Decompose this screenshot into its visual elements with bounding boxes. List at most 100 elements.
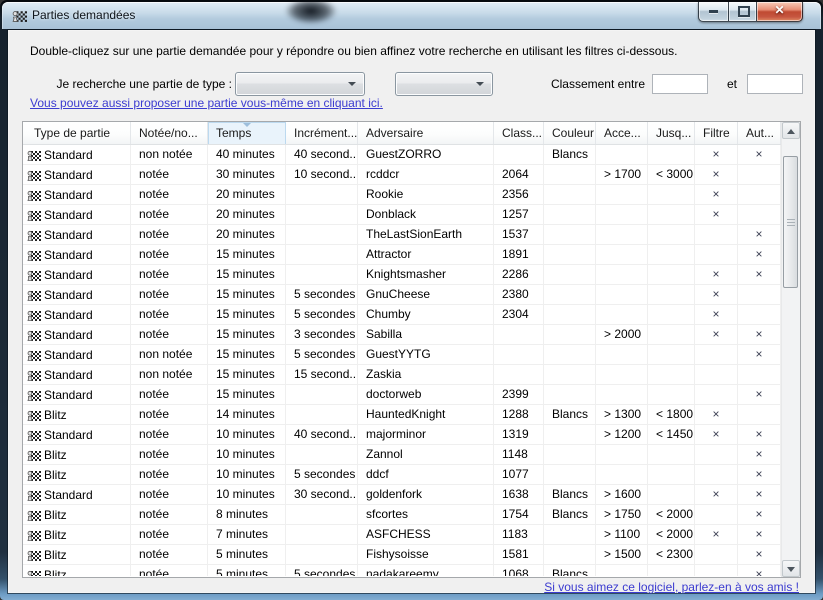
table-row[interactable]: Standardnotée15 minutes3 secondesSabilla… xyxy=(23,325,781,345)
games-table-body: Standardnon notée40 minutes40 second...G… xyxy=(23,145,781,576)
game-type-value xyxy=(236,73,364,76)
game-variant-value xyxy=(396,73,492,76)
table-cell: notée xyxy=(131,565,208,576)
table-cell xyxy=(695,245,738,264)
table-cell: 15 minutes xyxy=(208,265,286,284)
table-cell xyxy=(544,205,596,224)
table-cell: 1754 xyxy=(494,505,544,524)
table-cell: notée xyxy=(131,325,208,344)
table-cell: Zannol xyxy=(358,445,494,464)
table-cell: 20 minutes xyxy=(208,205,286,224)
table-cell: notée xyxy=(131,165,208,184)
table-row[interactable]: Standardnotée15 minutes5 secondesGnuChee… xyxy=(23,285,781,305)
and-label: et xyxy=(727,77,737,91)
game-type-dropdown[interactable] xyxy=(235,72,365,96)
scrollbar-track[interactable] xyxy=(782,139,800,560)
column-header-5[interactable]: Class... xyxy=(494,122,544,144)
game-type-cell: Blitz xyxy=(23,505,131,524)
table-row[interactable]: Blitznotée7 minutesASFCHESS1183> 1100< 2… xyxy=(23,525,781,545)
maximize-button[interactable] xyxy=(728,2,757,22)
table-cell: × xyxy=(695,285,738,304)
share-link[interactable]: Si vous aimez ce logiciel, parlez-en à v… xyxy=(544,580,799,594)
title-bar[interactable]: Parties demandées ✕ xyxy=(2,2,821,29)
table-cell: GuestYYTG xyxy=(358,345,494,364)
table-row[interactable]: Blitznotée10 minutesZannol1148× xyxy=(23,445,781,465)
table-cell: ddcf xyxy=(358,465,494,484)
table-row[interactable]: Blitznotée5 minutes5 secondesnadakareemy… xyxy=(23,565,781,576)
chess-piece-icon xyxy=(26,487,41,502)
rating-min-input[interactable] xyxy=(652,74,708,94)
cell-text: Blitz xyxy=(44,406,67,424)
column-header-8[interactable]: Jusq... xyxy=(648,122,695,144)
game-type-cell: Blitz xyxy=(23,525,131,544)
table-cell: × xyxy=(738,345,781,364)
table-row[interactable]: Standardnon notée40 minutes40 second...G… xyxy=(23,145,781,165)
table-row[interactable]: Standardnon notée15 minutes5 secondesGue… xyxy=(23,345,781,365)
table-row[interactable]: Standardnon notée15 minutes15 second...Z… xyxy=(23,365,781,385)
table-cell: 15 minutes xyxy=(208,345,286,364)
column-header-10[interactable]: Aut... xyxy=(738,122,781,144)
table-row[interactable]: Blitznotée14 minutesHauntedKnight1288Bla… xyxy=(23,405,781,425)
table-row[interactable]: Standardnotée15 minutesdoctorweb2399× xyxy=(23,385,781,405)
table-cell xyxy=(648,565,695,576)
column-header-7[interactable]: Acce... xyxy=(596,122,648,144)
table-row[interactable]: Blitznotée5 minutesFishysoisse1581> 1500… xyxy=(23,545,781,565)
table-row[interactable]: Standardnotée15 minutes5 secondesChumby2… xyxy=(23,305,781,325)
table-cell: 15 minutes xyxy=(208,305,286,324)
chess-piece-icon xyxy=(26,467,41,482)
scroll-down-button[interactable] xyxy=(782,560,800,577)
scroll-up-button[interactable] xyxy=(782,122,800,139)
table-cell: > 1600 xyxy=(596,485,648,504)
close-button[interactable]: ✕ xyxy=(757,2,803,22)
chess-piece-icon xyxy=(26,267,41,282)
game-type-cell: Standard xyxy=(23,425,131,444)
vertical-scrollbar[interactable] xyxy=(781,122,800,577)
table-cell: × xyxy=(738,525,781,544)
table-cell xyxy=(596,365,648,384)
rating-max-input[interactable] xyxy=(747,74,803,94)
table-cell xyxy=(544,225,596,244)
game-type-cell: Standard xyxy=(23,365,131,384)
chess-piece-icon xyxy=(26,407,41,422)
column-header-6[interactable]: Couleur xyxy=(544,122,596,144)
table-row[interactable]: Blitznotée10 minutes5 secondesddcf1077× xyxy=(23,465,781,485)
table-cell: Blancs xyxy=(544,145,596,164)
column-header-3[interactable]: Incrément... xyxy=(286,122,358,144)
chess-piece-icon xyxy=(26,567,41,576)
table-cell xyxy=(738,185,781,204)
propose-game-link[interactable]: Vous pouvez aussi proposer une partie vo… xyxy=(30,96,383,110)
table-row[interactable]: Standardnotée30 minutes10 second...rcddc… xyxy=(23,165,781,185)
game-variant-dropdown[interactable] xyxy=(395,72,493,96)
cell-text: Blitz xyxy=(44,446,67,464)
table-cell: 2356 xyxy=(494,185,544,204)
table-row[interactable]: Blitznotée8 minutessfcortes1754Blancs> 1… xyxy=(23,505,781,525)
table-row[interactable]: Standardnotée15 minutesAttractor1891× xyxy=(23,245,781,265)
table-row[interactable]: Standardnotée10 minutes40 second...major… xyxy=(23,425,781,445)
chess-piece-icon xyxy=(26,427,41,442)
table-row[interactable]: Standardnotée10 minutes30 second...golde… xyxy=(23,485,781,505)
table-row[interactable]: Standardnotée20 minutesRookie2356× xyxy=(23,185,781,205)
table-cell: notée xyxy=(131,225,208,244)
table-cell xyxy=(596,205,648,224)
table-cell xyxy=(648,145,695,164)
table-cell: > 1100 xyxy=(596,525,648,544)
table-cell: goldenfork xyxy=(358,485,494,504)
column-header-1[interactable]: Notée/no... xyxy=(131,122,208,144)
table-row[interactable]: Standardnotée15 minutesKnightsmasher2286… xyxy=(23,265,781,285)
table-row[interactable]: Standardnotée20 minutesTheLastSionEarth1… xyxy=(23,225,781,245)
game-type-cell: Standard xyxy=(23,485,131,504)
minimize-button[interactable] xyxy=(698,2,728,22)
table-cell: 1148 xyxy=(494,445,544,464)
table-cell: HauntedKnight xyxy=(358,405,494,424)
scrollbar-thumb[interactable] xyxy=(783,156,798,288)
column-header-4[interactable]: Adversaire xyxy=(358,122,494,144)
table-cell: Knightsmasher xyxy=(358,265,494,284)
table-cell: notée xyxy=(131,445,208,464)
column-header-9[interactable]: Filtre xyxy=(695,122,738,144)
table-cell xyxy=(494,365,544,384)
game-type-cell: Standard xyxy=(23,205,131,224)
table-cell: 10 minutes xyxy=(208,465,286,484)
table-row[interactable]: Standardnotée20 minutesDonblack1257× xyxy=(23,205,781,225)
column-header-2[interactable]: Temps xyxy=(208,122,286,144)
column-header-0[interactable]: Type de partie xyxy=(23,122,131,144)
